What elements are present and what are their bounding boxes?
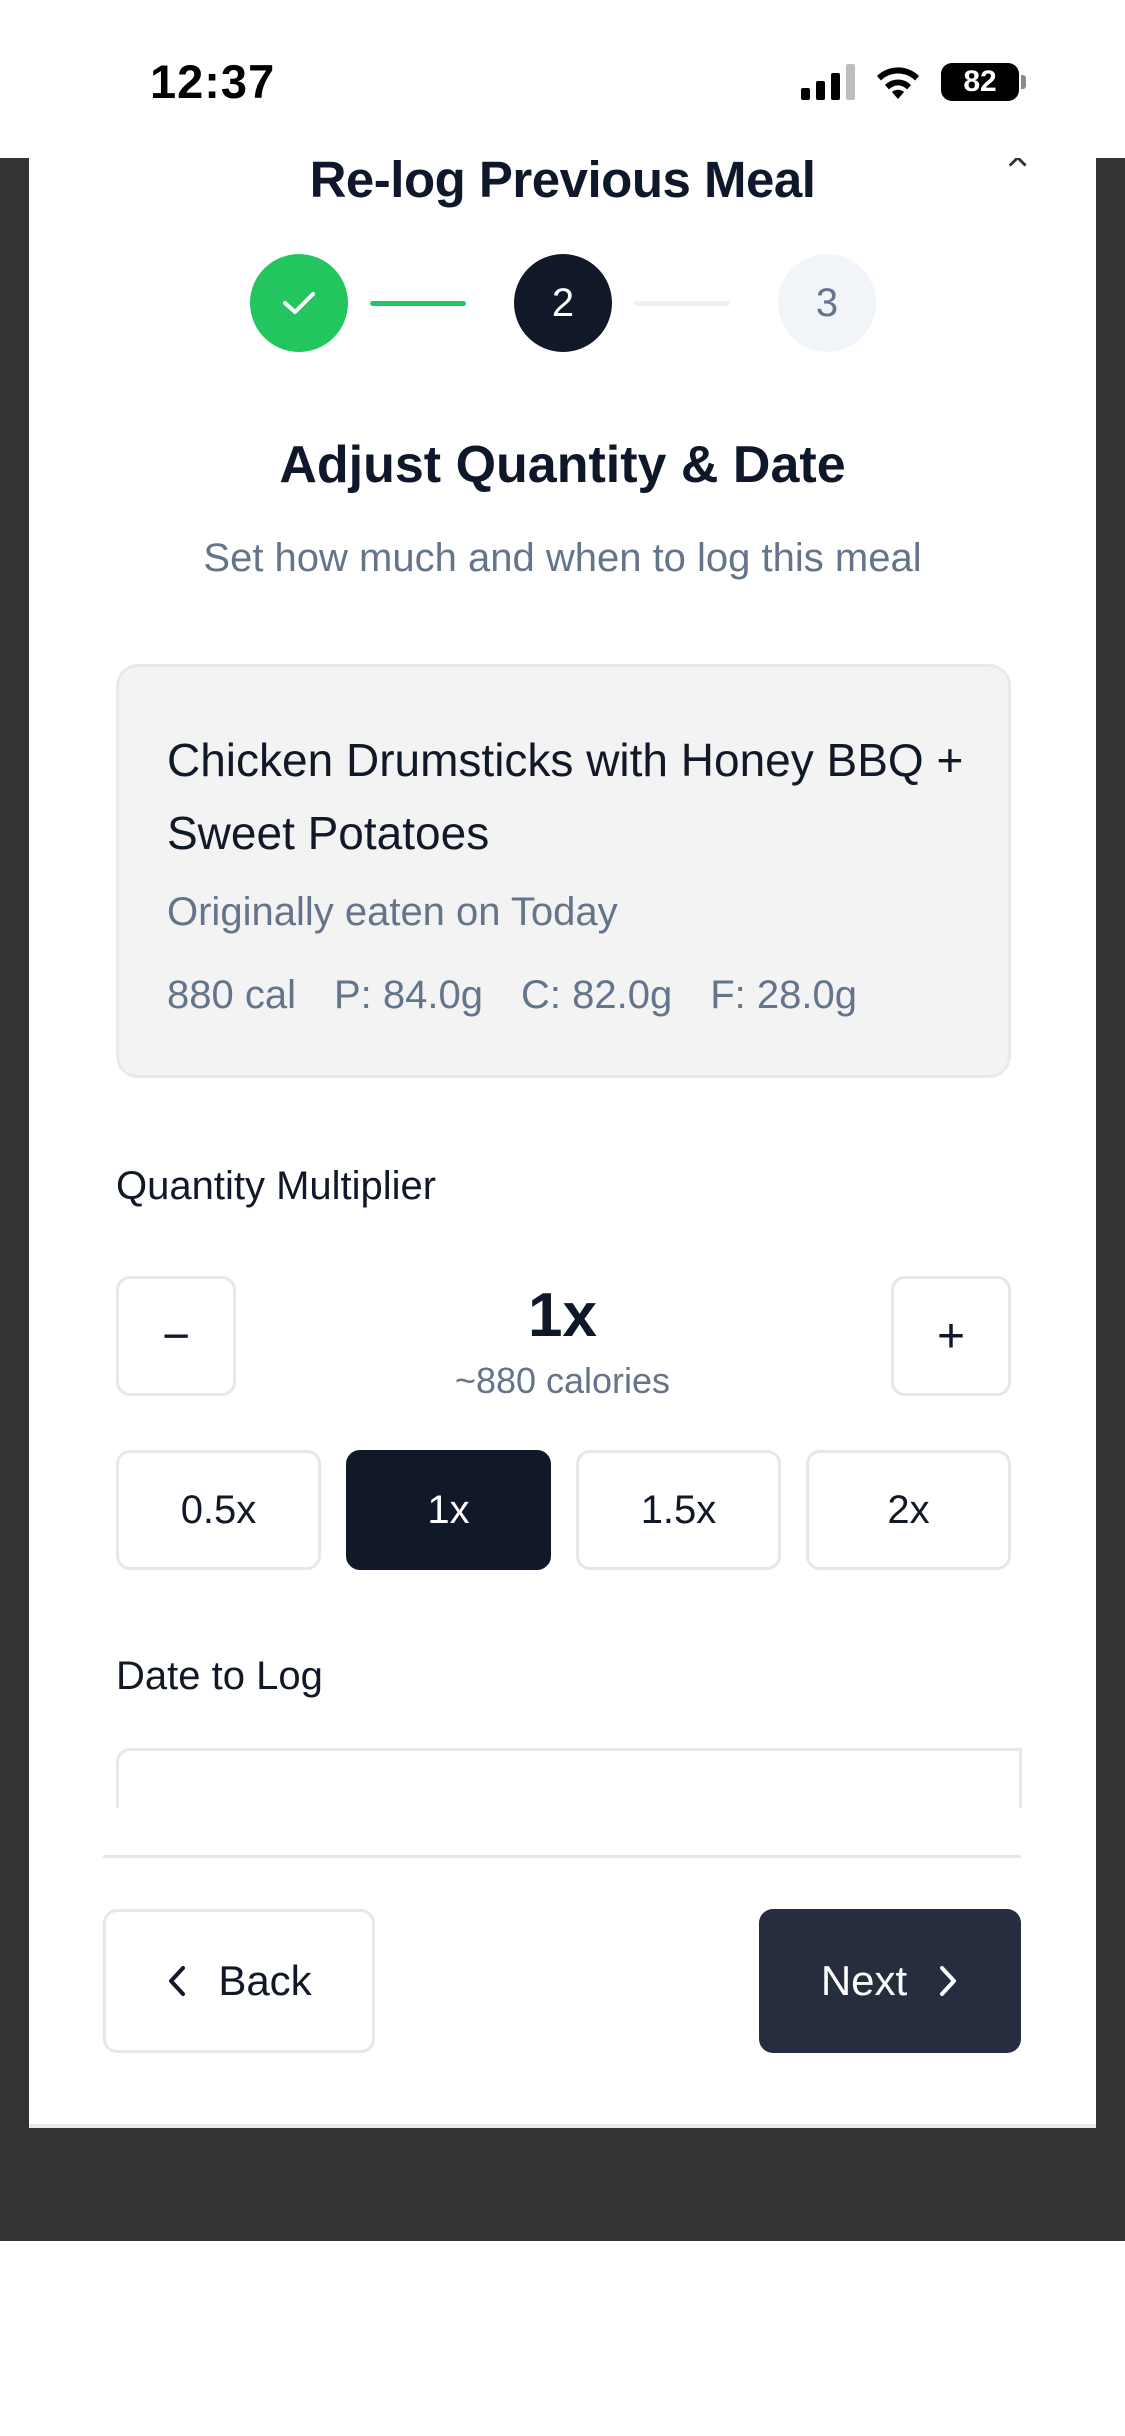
status-time: 12:37 [150, 55, 276, 108]
quantity-presets: 0.5x 1x 1.5x 2x [116, 1450, 1011, 1570]
step-connector-upcoming [634, 301, 730, 306]
meal-calories: 880 cal [167, 973, 296, 1017]
step-2-current: 2 [514, 254, 612, 352]
meal-name: Chicken Drumsticks with Honey BBQ + Swee… [167, 734, 964, 859]
step-1-complete [250, 254, 348, 352]
modal-bottom-edge [29, 2124, 1096, 2128]
preset-1x[interactable]: 1x [346, 1450, 551, 1570]
step-connector-complete [370, 301, 466, 306]
meal-carbs: C: 82.0g [521, 973, 673, 1017]
date-field[interactable] [116, 1748, 1022, 1808]
back-button[interactable]: Back [103, 1909, 375, 2053]
section-title: Adjust Quantity & Date [279, 436, 846, 494]
date-field-clip [29, 1748, 1096, 1818]
next-button[interactable]: Next [759, 1909, 1021, 2053]
chevron-right-icon [940, 1966, 957, 1996]
meal-fat: F: 28.0g [710, 973, 857, 1017]
preset-1-5x[interactable]: 1.5x [576, 1450, 781, 1570]
modal-title: Re-log Previous Meal [309, 151, 816, 208]
meal-original-date: Originally eaten on Today [167, 890, 618, 934]
step-indicator: 2 3 [250, 254, 905, 352]
preset-0-5x[interactable]: 0.5x [116, 1450, 321, 1570]
meal-protein: P: 84.0g [333, 973, 483, 1017]
relog-meal-modal: × Re-log Previous Meal 2 3 Adjust Quanti… [29, 151, 1096, 2128]
footer-divider [103, 1855, 1021, 1858]
status-bar: 12:37 82 [0, 0, 1125, 158]
meal-summary-card: Chicken Drumsticks with Honey BBQ + Swee… [116, 664, 1011, 1078]
step-3-upcoming: 3 [778, 254, 876, 352]
back-button-label: Back [218, 1957, 312, 2004]
chevron-left-icon [169, 1966, 186, 1996]
status-icons: 82 [801, 60, 1026, 104]
check-icon [283, 292, 315, 314]
date-label: Date to Log [116, 1654, 323, 1698]
preset-2x[interactable]: 2x [806, 1450, 1011, 1570]
battery-icon: 82 [941, 63, 1026, 101]
meal-macros: 880 cal P: 84.0g C: 82.0g F: 28.0g [167, 973, 857, 1018]
quantity-label: Quantity Multiplier [116, 1164, 437, 1208]
section-subtitle: Set how much and when to log this meal [203, 536, 922, 580]
cellular-signal-icon [801, 64, 855, 100]
wifi-icon [877, 67, 919, 99]
increment-button[interactable]: + [891, 1276, 1011, 1396]
next-button-label: Next [820, 1957, 908, 2004]
